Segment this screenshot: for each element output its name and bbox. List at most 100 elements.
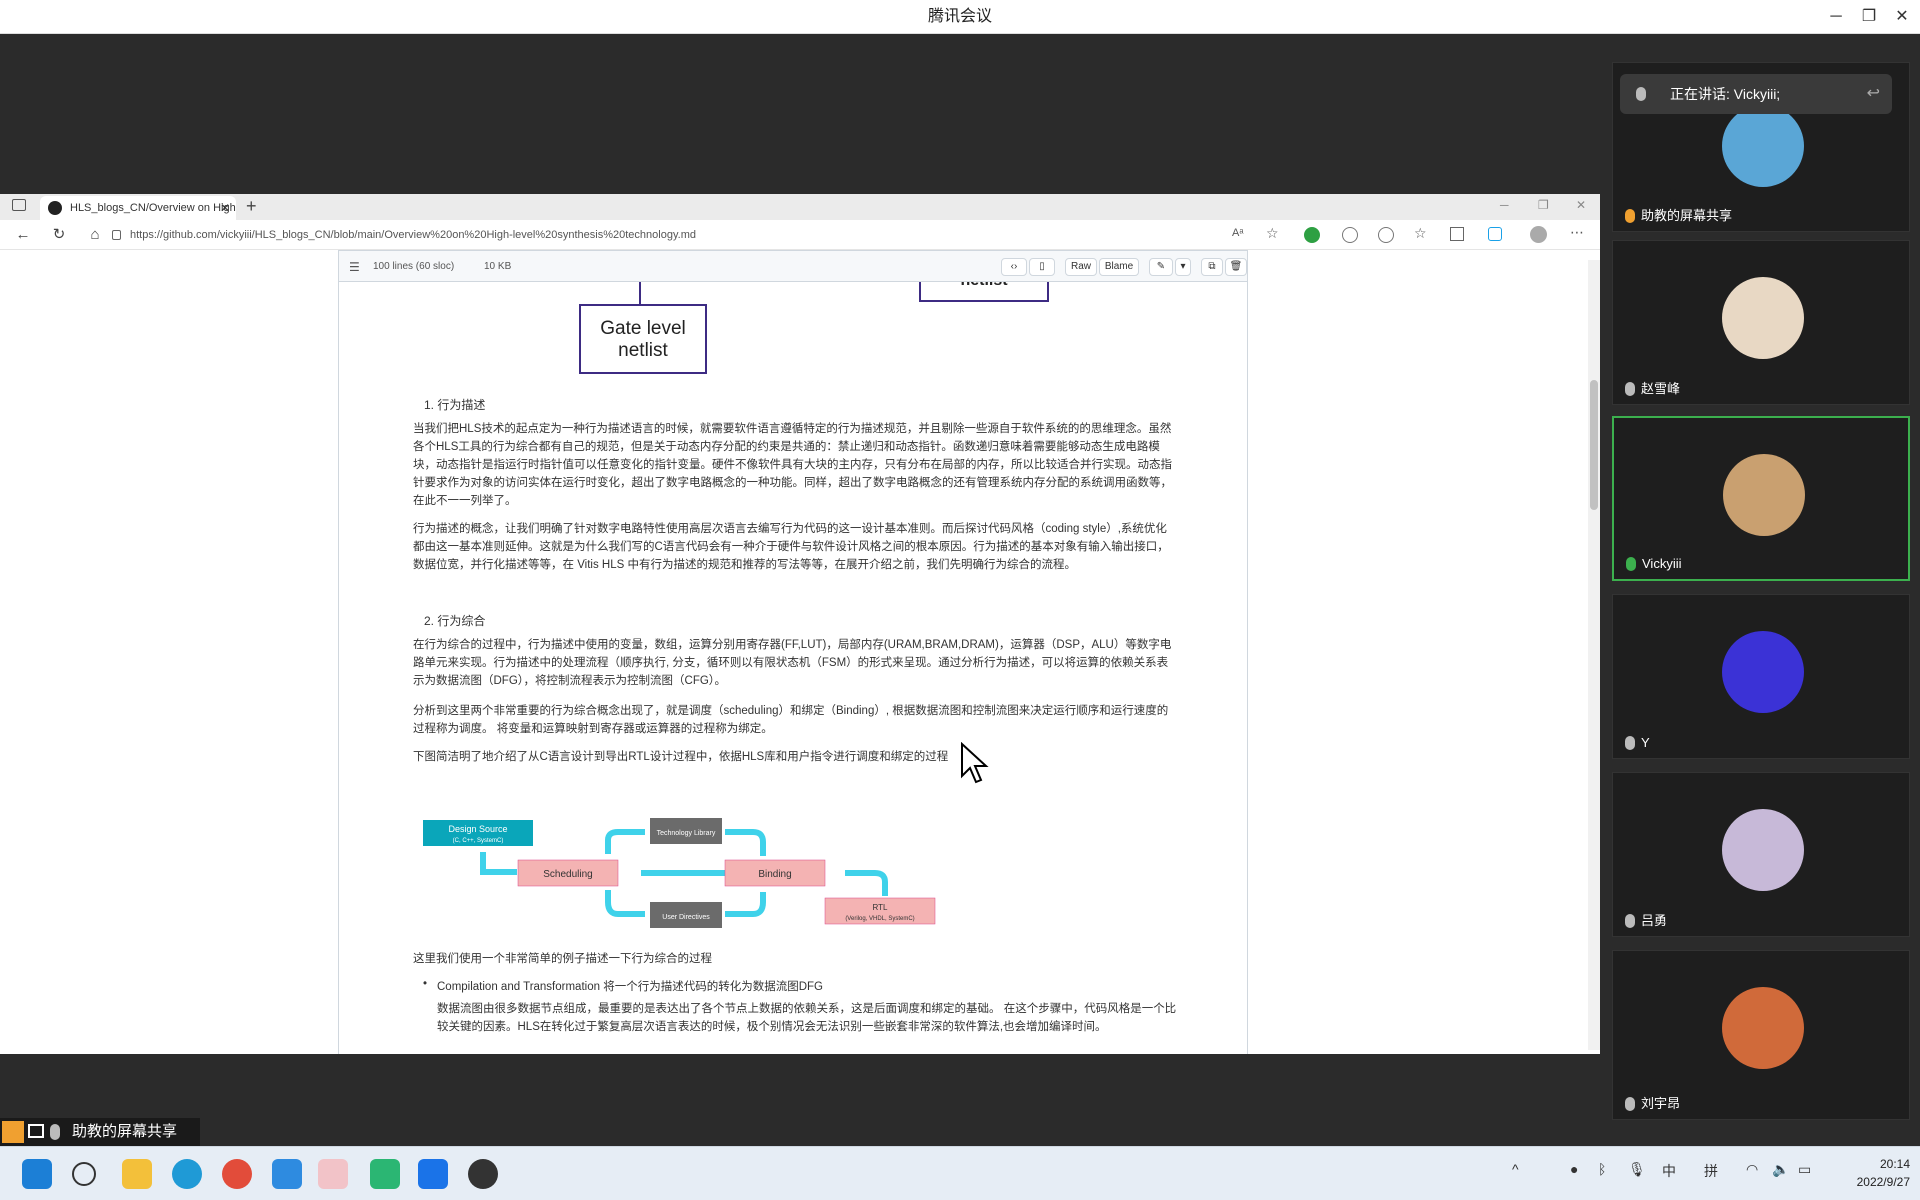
mic-icon xyxy=(1636,87,1646,101)
app-record-icon[interactable] xyxy=(468,1159,498,1189)
app-icon[interactable] xyxy=(318,1159,348,1189)
microphone-icon[interactable]: 🎙 xyxy=(1628,1161,1646,1178)
extension-shield-icon[interactable] xyxy=(1304,227,1320,243)
battery-icon[interactable]: ▭ xyxy=(1798,1161,1811,1178)
bluetooth-icon[interactable]: ᛒ xyxy=(1598,1161,1606,1177)
edge-bar-icon[interactable] xyxy=(1488,227,1502,241)
mail-icon[interactable] xyxy=(272,1159,302,1189)
code-view-button[interactable]: ‹› xyxy=(1001,258,1027,276)
paragraph-5: 下图简洁明了地介绍了从C语言设计到导出RTL设计过程中，依据HLS库和用户指令进… xyxy=(413,751,949,763)
search-icon[interactable] xyxy=(72,1162,96,1186)
edge-icon[interactable] xyxy=(172,1159,202,1189)
file-header: ☰ 100 lines (60 sloc) 10 KB ‹› ▯ Raw Bla… xyxy=(338,250,1248,282)
url-text[interactable]: https://github.com/vickyiii/HLS_blogs_CN… xyxy=(130,226,696,244)
raw-button[interactable]: Raw xyxy=(1065,258,1097,276)
extension-icon[interactable] xyxy=(1342,227,1358,243)
window-title: 腾讯会议 xyxy=(927,8,992,25)
browser-tab[interactable]: HLS_blogs_CN/Overview on High-level synt… xyxy=(40,196,236,220)
browser-restore-icon[interactable]: ❐ xyxy=(1538,198,1549,212)
rtl-label: RTL xyxy=(873,903,889,912)
rtl-sub: (Verilog, VHDL, SystemC) xyxy=(845,916,914,922)
edit-pencil-icon[interactable]: ✎ xyxy=(1149,258,1173,276)
tab-close-icon[interactable]: ✕ xyxy=(220,196,230,220)
tab-title: HLS_blogs_CN/Overview on High-level synt… xyxy=(70,202,236,214)
page-scrollbar[interactable] xyxy=(1588,260,1600,1050)
read-aloud-icon[interactable]: Aᵃ xyxy=(1232,227,1243,239)
restore-button[interactable]: ❐ xyxy=(1855,4,1883,30)
avatar xyxy=(1722,631,1804,713)
ime-mode[interactable]: 中 xyxy=(1662,1161,1676,1181)
paragraph-4: 分析到这里两个非常重要的行为综合概念出现了，就是调度（scheduling）和绑… xyxy=(413,705,1169,735)
netlist-box-partial: netlist xyxy=(919,282,1049,302)
collapse-icon[interactable]: ↩ xyxy=(1867,74,1880,114)
participant-tile[interactable]: Y xyxy=(1612,594,1910,759)
paragraph-2: 行为描述的概念，让我们明确了针对数字电路特性使用高层次语言去编写行为代码的这一设… xyxy=(413,523,1169,571)
media-icon[interactable] xyxy=(370,1159,400,1189)
avatar xyxy=(1722,809,1804,891)
profile-avatar-icon[interactable] xyxy=(1530,226,1547,243)
blame-button[interactable]: Blame xyxy=(1099,258,1139,276)
share-person-icon xyxy=(2,1121,24,1143)
extension-puzzle-icon[interactable] xyxy=(1378,227,1394,243)
volume-icon[interactable]: 🔈 xyxy=(1772,1161,1789,1178)
file-explorer-icon[interactable] xyxy=(122,1159,152,1189)
taskbar-clock[interactable]: 20:14 2022/9/27 xyxy=(1820,1155,1910,1191)
chrome-icon[interactable] xyxy=(222,1159,252,1189)
list-item: Compilation and Transformation 将一个行为描述代码… xyxy=(423,978,823,994)
mic-muted-icon xyxy=(1625,382,1635,396)
preview-button[interactable]: ▯ xyxy=(1029,258,1055,276)
browser-minimize-icon[interactable]: ─ xyxy=(1500,198,1509,212)
favorites-icon[interactable]: ☆ xyxy=(1414,225,1427,242)
arrow-scheduling-to-user xyxy=(605,890,645,917)
participant-tile-active[interactable]: Vickyiii xyxy=(1612,416,1910,581)
collections-icon[interactable] xyxy=(1450,227,1464,241)
flow-arrow-line xyxy=(639,282,641,304)
ime-pinyin[interactable]: 拼 xyxy=(1704,1161,1718,1181)
share-icon xyxy=(1625,209,1635,223)
participant-name: 吕勇 xyxy=(1619,910,1667,932)
back-arrow-icon[interactable]: ← xyxy=(12,225,34,245)
new-tab-button[interactable]: + xyxy=(246,196,257,217)
shared-screen-area: HLS_blogs_CN/Overview on High-level synt… xyxy=(0,34,1600,1146)
participant-name: 助教的屏幕共享 xyxy=(1619,205,1732,227)
screen-icon xyxy=(28,1124,44,1138)
mic-muted-icon xyxy=(1625,1097,1635,1111)
home-icon[interactable]: ⌂ xyxy=(84,225,106,245)
favorite-star-icon[interactable]: ☆ xyxy=(1266,225,1279,242)
design-source-label: Design Source xyxy=(448,824,507,834)
arrow-tech-to-binding xyxy=(725,829,766,856)
participant-tile[interactable]: 吕勇 xyxy=(1612,772,1910,937)
share-label: 助教的屏幕共享 xyxy=(72,1123,178,1140)
windows-taskbar: ^ ● ᛒ 🎙 中 拼 ◠ 🔈 ▭ 20:14 2022/9/27 xyxy=(0,1146,1920,1200)
design-source-sub: (C, C++, SystemC) xyxy=(453,838,504,844)
minimize-button[interactable]: ─ xyxy=(1822,4,1850,30)
outline-icon[interactable]: ☰ xyxy=(349,251,360,283)
lock-icon xyxy=(112,230,121,240)
start-button[interactable] xyxy=(22,1159,52,1189)
participant-tile[interactable]: 赵雪峰 xyxy=(1612,240,1910,405)
participant-tile[interactable]: 刘宇昂 xyxy=(1612,950,1910,1120)
avatar xyxy=(1723,454,1805,536)
paragraph-6: 这里我们使用一个非常简单的例子描述一下行为综合的过程 xyxy=(413,953,712,965)
browser-tabbar: HLS_blogs_CN/Overview on High-level synt… xyxy=(0,194,1600,220)
arrow-user-to-binding xyxy=(725,892,766,917)
delete-trash-icon[interactable]: 🗑 xyxy=(1225,258,1247,276)
binding-label: Binding xyxy=(758,869,791,880)
copy-icon[interactable]: ⧉ xyxy=(1201,258,1223,276)
browser-close-icon[interactable]: ✕ xyxy=(1576,198,1586,212)
mouse-cursor-icon xyxy=(961,742,989,784)
participant-name: 赵雪峰 xyxy=(1619,378,1680,400)
markdown-article: netlist Gate level netlist 1. 行为描述 当我们把H… xyxy=(338,282,1248,1054)
mic-active-icon xyxy=(1626,557,1636,571)
wifi-icon[interactable]: ◠ xyxy=(1746,1161,1758,1178)
tray-expand-icon[interactable]: ^ xyxy=(1512,1161,1519,1177)
refresh-icon[interactable]: ↻ xyxy=(48,225,70,245)
tray-qq-icon[interactable]: ● xyxy=(1570,1161,1578,1177)
scrollbar-thumb[interactable] xyxy=(1590,380,1598,510)
tab-actions-icon[interactable] xyxy=(12,199,26,211)
close-button[interactable]: ✕ xyxy=(1888,4,1916,30)
tencent-meeting-icon[interactable] xyxy=(418,1159,448,1189)
edit-dropdown-icon[interactable]: ▾ xyxy=(1175,258,1191,276)
speaking-indicator: 正在讲话: Vickyiii; ↩ xyxy=(1620,74,1892,114)
more-menu-icon[interactable]: ⋯ xyxy=(1570,224,1584,241)
